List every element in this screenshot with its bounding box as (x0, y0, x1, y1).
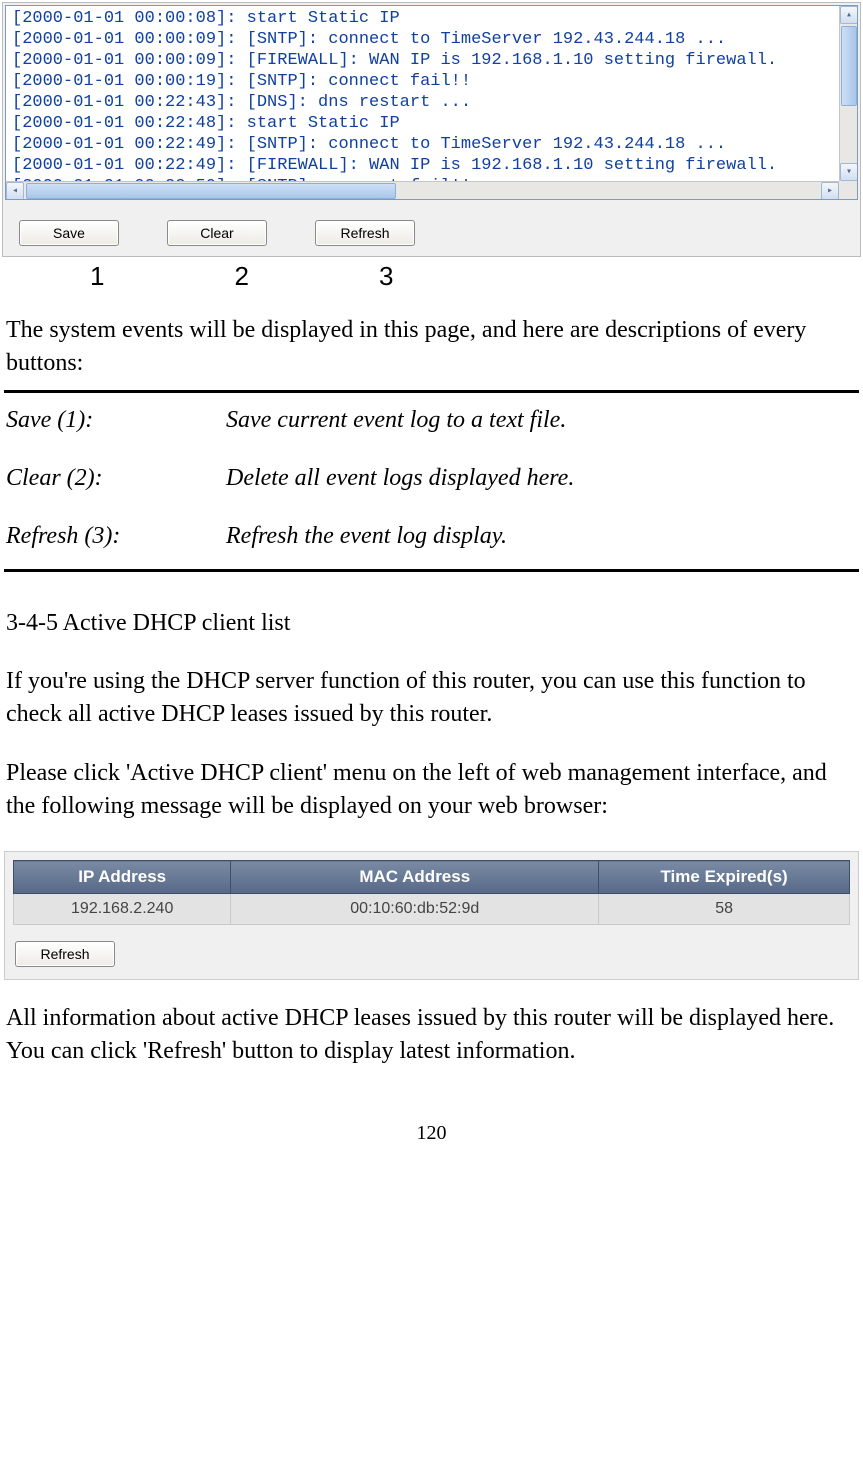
col-mac-address: MAC Address (231, 861, 599, 894)
refresh-button[interactable]: Refresh (315, 220, 415, 246)
cell-time: 58 (599, 894, 850, 925)
clear-button[interactable]: Clear (167, 220, 267, 246)
def-clear-label: Clear (2): (6, 463, 226, 493)
dhcp-client-panel: IP Address MAC Address Time Expired(s) 1… (4, 851, 859, 980)
section-title: 3-4-5 Active DHCP client list (0, 604, 863, 643)
scroll-right-arrow-icon[interactable]: ▸ (821, 182, 839, 200)
log-panel: [2000-01-01 00:00:08]: start Static IP [… (2, 2, 861, 257)
button-definitions: Save (1): Save current event log to a te… (0, 399, 863, 563)
annotation-3: 3 (379, 261, 393, 292)
dhcp-refresh-button[interactable]: Refresh (15, 941, 115, 967)
scroll-down-arrow-icon[interactable]: ▾ (840, 163, 858, 181)
annotation-numbers: 1 2 3 (0, 259, 863, 292)
paragraph-dhcp-instruction: Please click 'Active DHCP client' menu o… (0, 753, 863, 827)
def-save-label: Save (1): (6, 405, 226, 435)
paragraph-intro: The system events will be displayed in t… (0, 310, 863, 384)
divider-bottom (4, 569, 859, 572)
system-log-content: [2000-01-01 00:00:08]: start Static IP [… (6, 6, 836, 199)
cell-ip: 192.168.2.240 (14, 894, 231, 925)
scrollbar-corner (839, 181, 857, 199)
save-button[interactable]: Save (19, 220, 119, 246)
col-time-expired: Time Expired(s) (599, 861, 850, 894)
dhcp-table-header-row: IP Address MAC Address Time Expired(s) (14, 861, 850, 894)
scroll-up-arrow-icon[interactable]: ▴ (840, 6, 858, 24)
paragraph-dhcp-intro: If you're using the DHCP server function… (0, 661, 863, 735)
vertical-scroll-thumb[interactable] (841, 26, 857, 106)
table-row: 192.168.2.240 00:10:60:db:52:9d 58 (14, 894, 850, 925)
paragraph-dhcp-explain: All information about active DHCP leases… (0, 998, 863, 1072)
system-log-textarea[interactable]: [2000-01-01 00:00:08]: start Static IP [… (5, 5, 858, 200)
horizontal-scroll-thumb[interactable] (26, 183, 396, 199)
cell-mac: 00:10:60:db:52:9d (231, 894, 599, 925)
col-ip-address: IP Address (14, 861, 231, 894)
page-number: 120 (0, 1072, 863, 1165)
def-save-desc: Save current event log to a text file. (226, 405, 857, 435)
def-refresh-desc: Refresh the event log display. (226, 521, 857, 551)
log-button-row: Save Clear Refresh (3, 202, 860, 256)
def-clear-desc: Delete all event logs displayed here. (226, 463, 857, 493)
scroll-left-arrow-icon[interactable]: ◂ (6, 182, 24, 200)
annotation-2: 2 (234, 261, 248, 292)
def-refresh-label: Refresh (3): (6, 521, 226, 551)
divider-top (4, 390, 859, 393)
vertical-scrollbar[interactable]: ▴ ▾ (839, 6, 857, 181)
annotation-1: 1 (90, 261, 104, 292)
dhcp-client-table: IP Address MAC Address Time Expired(s) 1… (13, 860, 850, 925)
horizontal-scrollbar[interactable]: ◂ ▸ (6, 181, 839, 199)
